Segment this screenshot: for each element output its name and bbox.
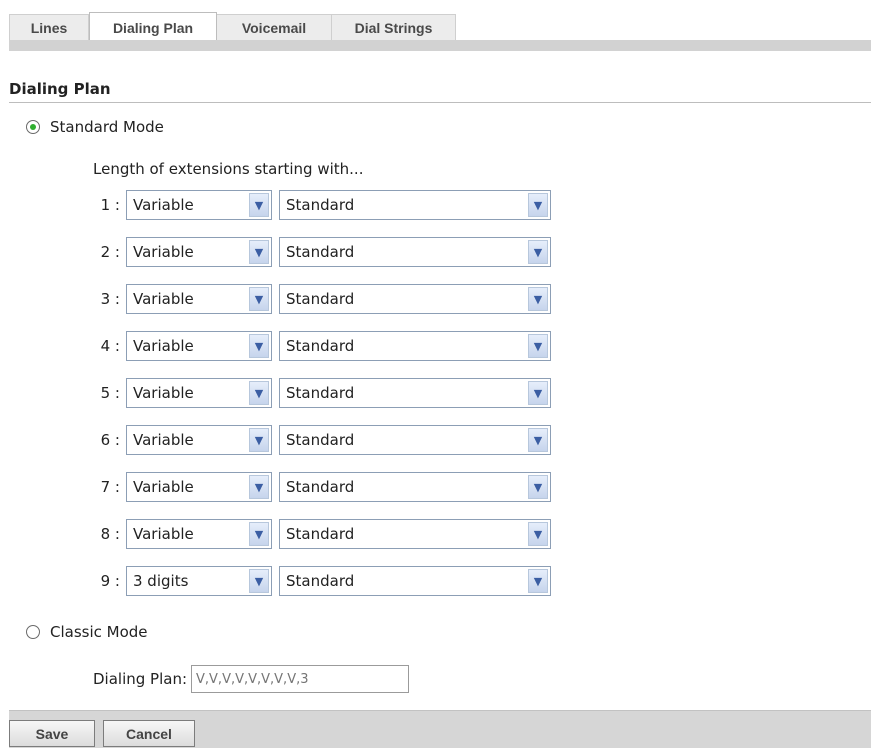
mode-select-value: Standard <box>286 337 355 355</box>
length-select-value: Variable <box>133 243 194 261</box>
mode-select-value: Standard <box>286 478 355 496</box>
mode-select-5[interactable]: Standard ▼ <box>279 378 551 408</box>
length-select-1[interactable]: Variable ▼ <box>126 190 272 220</box>
mode-select-9[interactable]: Standard ▼ <box>279 566 551 596</box>
mode-select-3[interactable]: Standard ▼ <box>279 284 551 314</box>
mode-select-1[interactable]: Standard ▼ <box>279 190 551 220</box>
chevron-down-icon[interactable]: ▼ <box>528 287 548 311</box>
extension-number: 2 : <box>100 243 120 261</box>
mode-select-value: Standard <box>286 384 355 402</box>
mode-select-value: Standard <box>286 572 355 590</box>
extension-row-1: 1 : Variable ▼ Standard ▼ <box>90 190 551 220</box>
length-select-value: Variable <box>133 478 194 496</box>
length-select-8[interactable]: Variable ▼ <box>126 519 272 549</box>
chevron-down-icon[interactable]: ▼ <box>528 334 548 358</box>
extension-row-7: 7 : Variable ▼ Standard ▼ <box>90 472 551 502</box>
chevron-down-icon[interactable]: ▼ <box>249 193 269 217</box>
extension-number: 7 : <box>100 478 120 496</box>
length-select-value: Variable <box>133 431 194 449</box>
chevron-down-icon[interactable]: ▼ <box>249 381 269 405</box>
extension-row-2: 2 : Variable ▼ Standard ▼ <box>90 237 551 267</box>
length-select-value: 3 digits <box>133 572 189 590</box>
standard-mode-option[interactable]: Standard Mode <box>26 118 164 136</box>
extension-row-9: 9 : 3 digits ▼ Standard ▼ <box>90 566 551 596</box>
save-button[interactable]: Save <box>9 720 95 747</box>
extension-row-6: 6 : Variable ▼ Standard ▼ <box>90 425 551 455</box>
length-select-9[interactable]: 3 digits ▼ <box>126 566 272 596</box>
length-select-value: Variable <box>133 384 194 402</box>
mode-select-2[interactable]: Standard ▼ <box>279 237 551 267</box>
length-select-2[interactable]: Variable ▼ <box>126 237 272 267</box>
tab-dial-strings[interactable]: Dial Strings <box>332 14 456 40</box>
radio-selected-dot <box>30 124 36 130</box>
chevron-down-icon[interactable]: ▼ <box>249 240 269 264</box>
chevron-down-icon[interactable]: ▼ <box>528 569 548 593</box>
chevron-down-icon[interactable]: ▼ <box>528 428 548 452</box>
classic-mode-option[interactable]: Classic Mode <box>26 623 148 641</box>
mode-select-6[interactable]: Standard ▼ <box>279 425 551 455</box>
tab-lines[interactable]: Lines <box>9 14 89 40</box>
chevron-down-icon[interactable]: ▼ <box>249 334 269 358</box>
extension-rows: 1 : Variable ▼ Standard ▼ 2 : Variable ▼ St… <box>90 190 551 613</box>
extension-number: 9 : <box>100 572 120 590</box>
extension-row-5: 5 : Variable ▼ Standard ▼ <box>90 378 551 408</box>
dialing-plan-input[interactable] <box>191 665 410 693</box>
chevron-down-icon[interactable]: ▼ <box>528 381 548 405</box>
mode-select-value: Standard <box>286 196 355 214</box>
section-title: Dialing Plan <box>9 80 111 98</box>
mode-select-value: Standard <box>286 525 355 543</box>
extension-number: 6 : <box>100 431 120 449</box>
extension-number: 4 : <box>100 337 120 355</box>
extensions-heading: Length of extensions starting with... <box>93 160 364 178</box>
mode-select-value: Standard <box>286 431 355 449</box>
mode-select-8[interactable]: Standard ▼ <box>279 519 551 549</box>
length-select-6[interactable]: Variable ▼ <box>126 425 272 455</box>
chevron-down-icon[interactable]: ▼ <box>528 475 548 499</box>
length-select-5[interactable]: Variable ▼ <box>126 378 272 408</box>
chevron-down-icon[interactable]: ▼ <box>249 287 269 311</box>
extension-row-8: 8 : Variable ▼ Standard ▼ <box>90 519 551 549</box>
chevron-down-icon[interactable]: ▼ <box>249 428 269 452</box>
tab-voicemail[interactable]: Voicemail <box>217 14 332 40</box>
classic-mode-radio[interactable] <box>26 625 40 639</box>
length-select-value: Variable <box>133 290 194 308</box>
extension-number: 5 : <box>100 384 120 402</box>
cancel-button[interactable]: Cancel <box>103 720 195 747</box>
chevron-down-icon[interactable]: ▼ <box>249 569 269 593</box>
dialing-plan-field-label: Dialing Plan: <box>93 670 188 688</box>
length-select-7[interactable]: Variable ▼ <box>126 472 272 502</box>
length-select-value: Variable <box>133 525 194 543</box>
dialing-plan-page: Lines Dialing Plan Voicemail Dial String… <box>0 0 871 751</box>
length-select-4[interactable]: Variable ▼ <box>126 331 272 361</box>
standard-mode-label: Standard Mode <box>50 118 164 136</box>
mode-select-4[interactable]: Standard ▼ <box>279 331 551 361</box>
extension-number: 1 : <box>100 196 120 214</box>
chevron-down-icon[interactable]: ▼ <box>528 193 548 217</box>
tab-dialing-plan[interactable]: Dialing Plan <box>89 12 217 42</box>
mode-select-value: Standard <box>286 243 355 261</box>
extension-row-3: 3 : Variable ▼ Standard ▼ <box>90 284 551 314</box>
classic-mode-label: Classic Mode <box>50 623 148 641</box>
length-select-value: Variable <box>133 196 194 214</box>
section-divider <box>9 102 871 103</box>
chevron-down-icon[interactable]: ▼ <box>528 240 548 264</box>
standard-mode-radio[interactable] <box>26 120 40 134</box>
length-select-value: Variable <box>133 337 194 355</box>
extension-row-4: 4 : Variable ▼ Standard ▼ <box>90 331 551 361</box>
extension-number: 8 : <box>100 525 120 543</box>
tab-strip <box>9 40 871 51</box>
dialing-plan-field-row: Dialing Plan: <box>93 665 410 693</box>
mode-select-7[interactable]: Standard ▼ <box>279 472 551 502</box>
mode-select-value: Standard <box>286 290 355 308</box>
length-select-3[interactable]: Variable ▼ <box>126 284 272 314</box>
chevron-down-icon[interactable]: ▼ <box>249 522 269 546</box>
chevron-down-icon[interactable]: ▼ <box>249 475 269 499</box>
chevron-down-icon[interactable]: ▼ <box>528 522 548 546</box>
tab-bar: Lines Dialing Plan Voicemail Dial String… <box>9 12 456 42</box>
extension-number: 3 : <box>100 290 120 308</box>
